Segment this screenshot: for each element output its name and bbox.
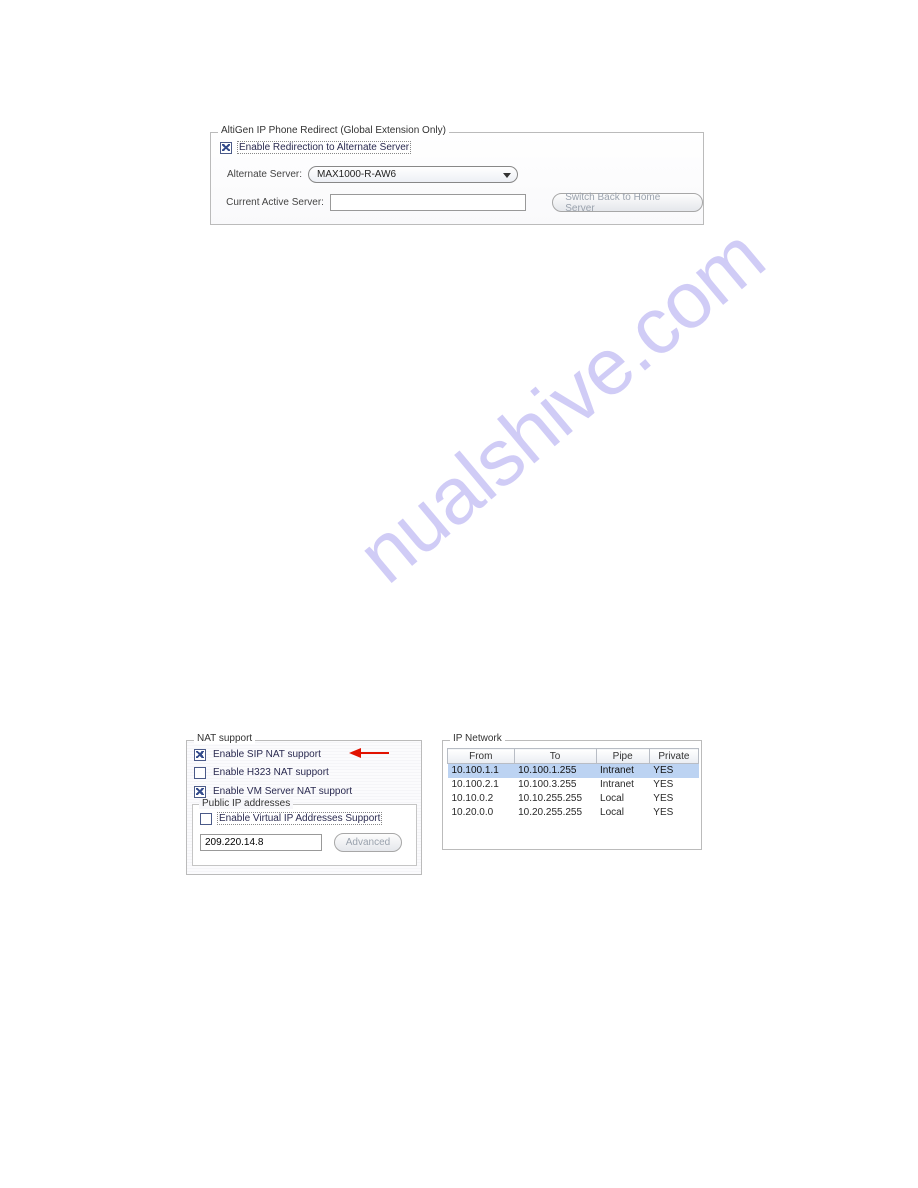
ipnetwork-group-title: IP Network [450,733,505,744]
watermark-text: nualshive.com [340,210,781,601]
enable-vm-nat-checkbox[interactable] [194,786,206,798]
enable-vm-nat-label: Enable VM Server NAT support [211,785,354,798]
cell-to: 10.100.1.255 [514,764,596,778]
cell-to: 10.100.3.255 [514,778,596,792]
public-ip-group-title: Public IP addresses [199,798,293,809]
cell-from: 10.20.0.0 [448,806,515,820]
enable-virtual-ip-checkbox[interactable] [200,813,212,825]
cell-pipe: Intranet [596,778,649,792]
cell-to: 10.10.255.255 [514,792,596,806]
header-private[interactable]: Private [649,749,698,764]
cell-from: 10.100.2.1 [448,778,515,792]
public-ip-input[interactable] [200,834,322,851]
switch-back-button[interactable]: Switch Back to Home Server [552,193,703,212]
current-active-input[interactable] [330,194,526,211]
cell-to: 10.20.255.255 [514,806,596,820]
chevron-down-icon [503,173,511,178]
redirect-groupbox: AltiGen IP Phone Redirect (Global Extens… [210,132,704,225]
cell-from: 10.10.0.2 [448,792,515,806]
enable-sip-nat-checkbox[interactable] [194,749,206,761]
cell-pipe: Local [596,792,649,806]
cell-private: YES [649,806,698,820]
current-active-label: Current Active Server: [220,197,324,208]
enable-h323-nat-label: Enable H323 NAT support [211,766,331,779]
table-row[interactable]: 10.10.0.2 10.10.255.255 Local YES [448,792,699,806]
enable-h323-nat-checkbox[interactable] [194,767,206,779]
advanced-button[interactable]: Advanced [334,833,402,852]
enable-redirection-label: Enable Redirection to Alternate Server [237,141,411,154]
arrow-left-icon [344,748,389,758]
header-from[interactable]: From [448,749,515,764]
header-pipe[interactable]: Pipe [596,749,649,764]
nat-groupbox: NAT support Enable SIP NAT support Enabl… [186,740,422,875]
ipnetwork-header-row: From To Pipe Private [448,749,699,764]
alternate-server-value: MAX1000-R-AW6 [317,169,396,180]
alternate-server-label: Alternate Server: [220,169,302,180]
table-row[interactable]: 10.100.1.1 10.100.1.255 Intranet YES [448,764,699,778]
cell-pipe: Intranet [596,764,649,778]
redirect-group-title: AltiGen IP Phone Redirect (Global Extens… [218,125,449,136]
cell-private: YES [649,764,698,778]
public-ip-groupbox: Public IP addresses Enable Virtual IP Ad… [192,804,417,866]
ipnetwork-table[interactable]: From To Pipe Private 10.100.1.1 10.100.1… [447,748,699,820]
ipnetwork-groupbox: IP Network From To Pipe Private 10.100.1… [442,740,702,850]
nat-group-title: NAT support [194,733,255,744]
cell-pipe: Local [596,806,649,820]
enable-virtual-ip-label: Enable Virtual IP Addresses Support [217,812,382,825]
enable-sip-nat-label: Enable SIP NAT support [211,748,323,761]
cell-private: YES [649,778,698,792]
cell-private: YES [649,792,698,806]
header-to[interactable]: To [514,749,596,764]
enable-redirection-checkbox[interactable] [220,142,232,154]
alternate-server-select[interactable]: MAX1000-R-AW6 [308,166,518,183]
table-row[interactable]: 10.20.0.0 10.20.255.255 Local YES [448,806,699,820]
table-row[interactable]: 10.100.2.1 10.100.3.255 Intranet YES [448,778,699,792]
cell-from: 10.100.1.1 [448,764,515,778]
